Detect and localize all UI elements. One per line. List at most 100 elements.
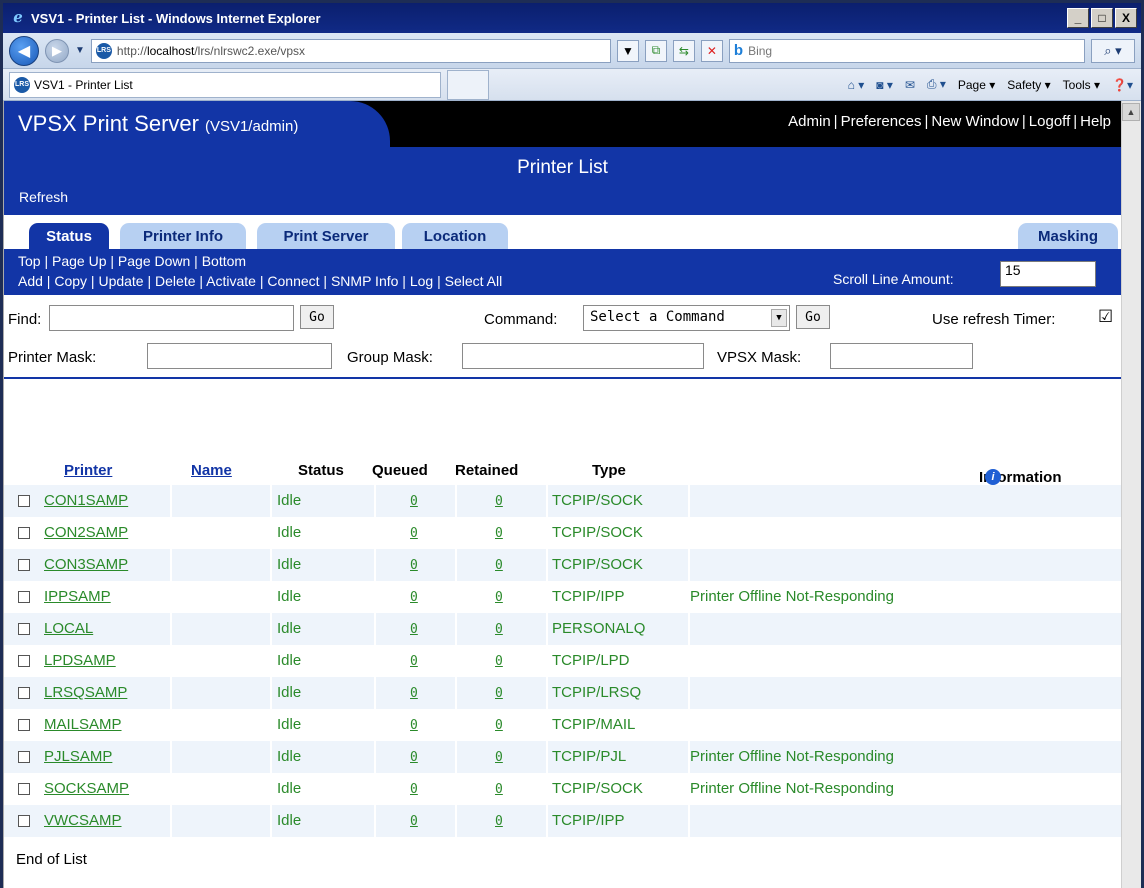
add-link[interactable]: Add	[18, 273, 43, 289]
tools-menu[interactable]: Tools ▾	[1063, 78, 1100, 92]
top-link[interactable]: Top	[18, 253, 41, 269]
snmp-info-link[interactable]: SNMP Info	[331, 273, 398, 289]
page-up-link[interactable]: Page Up	[52, 253, 106, 269]
retained-count-link[interactable]: 0	[495, 526, 503, 541]
retained-count-link[interactable]: 0	[495, 494, 503, 509]
queued-count-link[interactable]: 0	[410, 814, 418, 829]
print-icon[interactable]: ⎙ ▾	[927, 77, 946, 92]
row-checkbox[interactable]	[18, 591, 30, 603]
update-link[interactable]: Update	[98, 273, 143, 289]
printer-name-link[interactable]: SOCKSAMP	[44, 780, 129, 797]
retained-count-link[interactable]: 0	[495, 654, 503, 669]
tab-status[interactable]: Status	[29, 223, 109, 249]
printer-mask-input[interactable]	[147, 343, 332, 369]
row-checkbox[interactable]	[18, 783, 30, 795]
copy-link[interactable]: Copy	[54, 273, 87, 289]
retained-count-link[interactable]: 0	[495, 814, 503, 829]
browser-tab[interactable]: LRS VSV1 - Printer List	[9, 71, 441, 98]
printer-name-link[interactable]: LOCAL	[44, 620, 93, 637]
command-go-button[interactable]: Go	[796, 305, 830, 329]
queued-count-link[interactable]: 0	[410, 654, 418, 669]
help-link[interactable]: Help	[1080, 113, 1111, 130]
printer-name-link[interactable]: IPPSAMP	[44, 588, 111, 605]
queued-count-link[interactable]: 0	[410, 750, 418, 765]
vertical-scrollbar[interactable]: ▲	[1121, 101, 1141, 888]
tab-masking[interactable]: Masking	[1018, 223, 1118, 249]
retained-count-link[interactable]: 0	[495, 558, 503, 573]
retained-count-link[interactable]: 0	[495, 750, 503, 765]
search-icon[interactable]: ⌕ ▾	[1091, 38, 1135, 63]
safety-menu[interactable]: Safety ▾	[1007, 78, 1050, 92]
printer-name-link[interactable]: VWCSAMP	[44, 812, 122, 829]
connect-link[interactable]: Connect	[267, 273, 319, 289]
bottom-link[interactable]: Bottom	[202, 253, 246, 269]
printer-name-link[interactable]: PJLSAMP	[44, 748, 112, 765]
activate-link[interactable]: Activate	[206, 273, 256, 289]
queued-count-link[interactable]: 0	[410, 558, 418, 573]
queued-count-link[interactable]: 0	[410, 590, 418, 605]
scroll-line-input[interactable]: 15	[1000, 261, 1096, 287]
maximize-button[interactable]: □	[1091, 8, 1113, 28]
find-go-button[interactable]: Go	[300, 305, 334, 329]
printer-name-link[interactable]: LRSQSAMP	[44, 684, 127, 701]
printer-name-link[interactable]: LPDSAMP	[44, 652, 116, 669]
find-input[interactable]	[49, 305, 294, 331]
retained-count-link[interactable]: 0	[495, 590, 503, 605]
row-checkbox[interactable]	[18, 527, 30, 539]
history-dropdown-icon[interactable]: ▼	[75, 45, 85, 56]
search-input[interactable]: b Bing	[728, 38, 1085, 63]
row-checkbox[interactable]	[18, 687, 30, 699]
queued-count-link[interactable]: 0	[410, 622, 418, 637]
queued-count-link[interactable]: 0	[410, 494, 418, 509]
name-column-header[interactable]: Name	[191, 462, 232, 479]
stop-icon[interactable]: ✕	[700, 39, 723, 62]
command-select[interactable]: Select a Command ▼	[583, 305, 790, 331]
row-checkbox[interactable]	[18, 655, 30, 667]
row-checkbox[interactable]	[18, 751, 30, 763]
retained-count-link[interactable]: 0	[495, 718, 503, 733]
select-all-link[interactable]: Select All	[445, 273, 503, 289]
refresh-link[interactable]: Refresh	[19, 189, 68, 205]
home-icon[interactable]: ⌂ ▾	[848, 78, 865, 92]
queued-count-link[interactable]: 0	[410, 782, 418, 797]
printer-name-link[interactable]: CON3SAMP	[44, 556, 128, 573]
help-icon[interactable]: ❓▾	[1112, 78, 1133, 92]
queued-count-link[interactable]: 0	[410, 526, 418, 541]
new-window-link[interactable]: New Window	[931, 113, 1019, 130]
tab-printer-info[interactable]: Printer Info	[120, 223, 246, 249]
forward-button[interactable]: ▶	[45, 38, 69, 63]
queued-count-link[interactable]: 0	[410, 686, 418, 701]
preferences-link[interactable]: Preferences	[841, 113, 922, 130]
back-button[interactable]: ◀	[9, 35, 39, 66]
tab-location[interactable]: Location	[402, 223, 508, 249]
printer-name-link[interactable]: CON1SAMP	[44, 492, 128, 509]
row-checkbox[interactable]	[18, 495, 30, 507]
scroll-up-icon[interactable]: ▲	[1122, 103, 1140, 121]
printer-name-link[interactable]: CON2SAMP	[44, 524, 128, 541]
mail-icon[interactable]: ✉	[905, 78, 915, 92]
page-menu[interactable]: Page ▾	[958, 78, 995, 92]
refresh-icon[interactable]: ⇆	[672, 39, 695, 62]
row-checkbox[interactable]	[18, 623, 30, 635]
retained-count-link[interactable]: 0	[495, 622, 503, 637]
tab-print-server[interactable]: Print Server	[257, 223, 395, 249]
info-icon[interactable]: i	[985, 469, 1001, 485]
log-link[interactable]: Log	[410, 273, 433, 289]
page-down-link[interactable]: Page Down	[118, 253, 190, 269]
feeds-icon[interactable]: ◙ ▾	[876, 78, 893, 92]
url-dropdown-icon[interactable]: ▼	[616, 39, 639, 62]
group-mask-input[interactable]	[462, 343, 704, 369]
close-button[interactable]: X	[1115, 8, 1137, 28]
retained-count-link[interactable]: 0	[495, 686, 503, 701]
url-input[interactable]: LRS http://localhost/lrs/nlrswc2.exe/vps…	[90, 38, 611, 63]
refresh-timer-checkbox[interactable]: ☑	[1098, 307, 1113, 327]
queued-count-link[interactable]: 0	[410, 718, 418, 733]
row-checkbox[interactable]	[18, 815, 30, 827]
new-tab-button[interactable]	[447, 69, 489, 100]
logoff-link[interactable]: Logoff	[1029, 113, 1070, 130]
printer-column-header[interactable]: Printer	[64, 462, 112, 479]
row-checkbox[interactable]	[18, 719, 30, 731]
admin-link[interactable]: Admin	[788, 113, 831, 130]
vpsx-mask-input[interactable]	[830, 343, 973, 369]
retained-count-link[interactable]: 0	[495, 782, 503, 797]
